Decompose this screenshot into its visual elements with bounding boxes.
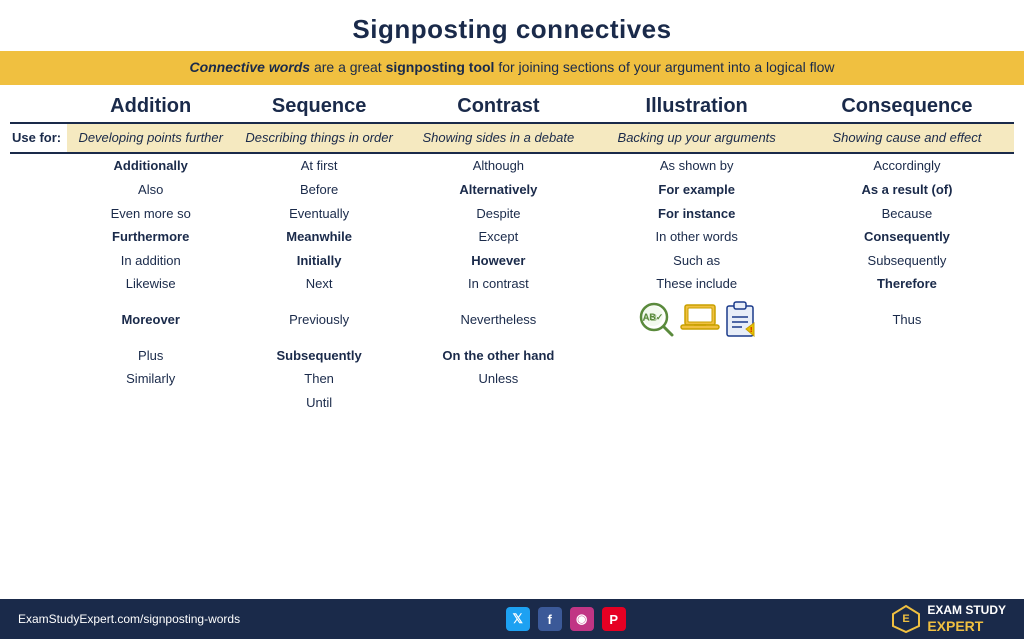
seq-10: Until <box>235 391 403 415</box>
brand-logo-icon: E <box>891 604 921 634</box>
cons-5: Subsequently <box>800 249 1014 273</box>
footer-url: ExamStudyExpert.com/signposting-words <box>18 612 240 626</box>
add-4: Furthermore <box>67 225 235 249</box>
brand-expert: EXPERT <box>927 618 1006 635</box>
laptop-icon <box>680 303 720 337</box>
abc-magnifier-icon: AB AB✓ <box>638 301 676 339</box>
footer-social-icons: 𝕏 f ◉ P <box>506 607 626 631</box>
ill-icons: AB AB✓ <box>593 296 799 344</box>
con-6: In contrast <box>403 272 593 296</box>
add-5: In addition <box>67 249 235 273</box>
cons-6: Therefore <box>800 272 1014 296</box>
brand-text: EXAM STUDY EXPERT <box>927 603 1006 634</box>
usefor-contrast: Showing sides in a debate <box>403 123 593 154</box>
main-content: Addition Sequence Contrast Illustration … <box>0 85 1024 599</box>
header-label-cell <box>10 85 67 123</box>
cons-4: Consequently <box>800 225 1014 249</box>
add-6: Likewise <box>67 272 235 296</box>
ill-1: As shown by <box>593 153 799 178</box>
add-2: Also <box>67 178 235 202</box>
footer: ExamStudyExpert.com/signposting-words 𝕏 … <box>0 599 1024 639</box>
usefor-consequence: Showing cause and effect <box>800 123 1014 154</box>
usefor-label: Use for: <box>10 123 67 154</box>
page-title: Signposting connectives <box>0 14 1024 45</box>
con-2: Alternatively <box>403 178 593 202</box>
ill-5: Such as <box>593 249 799 273</box>
table-row: Until <box>10 391 1014 415</box>
add-3: Even more so <box>67 202 235 226</box>
cons-3: Because <box>800 202 1014 226</box>
add-9: Similarly <box>67 367 235 391</box>
instagram-icon[interactable]: ◉ <box>570 607 594 631</box>
header-row: Addition Sequence Contrast Illustration … <box>10 85 1014 123</box>
subtitle-bold: signposting tool <box>386 59 495 75</box>
table-row: Furthermore Meanwhile Except In other wo… <box>10 225 1014 249</box>
seq-4: Meanwhile <box>235 225 403 249</box>
seq-7: Previously <box>235 296 403 344</box>
table-row: Also Before Alternatively For example As… <box>10 178 1014 202</box>
seq-1: At first <box>235 153 403 178</box>
header-sequence: Sequence <box>235 85 403 123</box>
cons-1: Accordingly <box>800 153 1014 178</box>
add-1: Additionally <box>67 153 235 178</box>
usefor-illustration: Backing up your arguments <box>593 123 799 154</box>
cons-7: Thus <box>800 296 1014 344</box>
facebook-icon[interactable]: f <box>538 607 562 631</box>
seq-6: Next <box>235 272 403 296</box>
con-9: Unless <box>403 367 593 391</box>
con-1: Although <box>403 153 593 178</box>
ill-3: For instance <box>593 202 799 226</box>
footer-brand: E EXAM STUDY EXPERT <box>891 603 1006 634</box>
seq-3: Eventually <box>235 202 403 226</box>
title-bar: Signposting connectives <box>0 0 1024 51</box>
illustration-icons-container: AB AB✓ <box>595 299 797 341</box>
cons-2: As a result (of) <box>800 178 1014 202</box>
table-row: Moreover Previously Nevertheless AB AB✓ <box>10 296 1014 344</box>
ill-2: For example <box>593 178 799 202</box>
seq-9: Then <box>235 367 403 391</box>
svg-text:E: E <box>903 613 910 625</box>
table-row: Similarly Then Unless <box>10 367 1014 391</box>
ill-4: In other words <box>593 225 799 249</box>
ill-6: These include <box>593 272 799 296</box>
header-addition: Addition <box>67 85 235 123</box>
clipboard-icon: ! <box>724 301 756 339</box>
con-5: However <box>403 249 593 273</box>
table-row: Additionally At first Although As shown … <box>10 153 1014 178</box>
seq-8: Subsequently <box>235 344 403 368</box>
header-consequence: Consequence <box>800 85 1014 123</box>
seq-2: Before <box>235 178 403 202</box>
add-7: Moreover <box>67 296 235 344</box>
subtitle-text1: are a great <box>310 59 386 75</box>
subtitle-bar: Connective words are a great signposting… <box>0 51 1024 85</box>
twitter-icon[interactable]: 𝕏 <box>506 607 530 631</box>
subtitle-bold-italic: Connective words <box>189 59 310 75</box>
usefor-row: Use for: Developing points further Descr… <box>10 123 1014 154</box>
table-row: Plus Subsequently On the other hand <box>10 344 1014 368</box>
table-row: In addition Initially However Such as Su… <box>10 249 1014 273</box>
con-3: Despite <box>403 202 593 226</box>
page-container: Signposting connectives Connective words… <box>0 0 1024 639</box>
usefor-addition: Developing points further <box>67 123 235 154</box>
con-4: Except <box>403 225 593 249</box>
header-contrast: Contrast <box>403 85 593 123</box>
usefor-sequence: Describing things in order <box>235 123 403 154</box>
con-7: Nevertheless <box>403 296 593 344</box>
header-illustration: Illustration <box>593 85 799 123</box>
seq-5: Initially <box>235 249 403 273</box>
connectives-table: Addition Sequence Contrast Illustration … <box>10 85 1014 415</box>
table-row: Even more so Eventually Despite For inst… <box>10 202 1014 226</box>
brand-exam: EXAM STUDY <box>927 603 1006 617</box>
add-8: Plus <box>67 344 235 368</box>
subtitle-text2: for joining sections of your argument in… <box>494 59 834 75</box>
pinterest-icon[interactable]: P <box>602 607 626 631</box>
svg-text:AB✓: AB✓ <box>642 312 663 322</box>
svg-text:!: ! <box>750 327 752 334</box>
con-8: On the other hand <box>403 344 593 368</box>
table-row: Likewise Next In contrast These include … <box>10 272 1014 296</box>
